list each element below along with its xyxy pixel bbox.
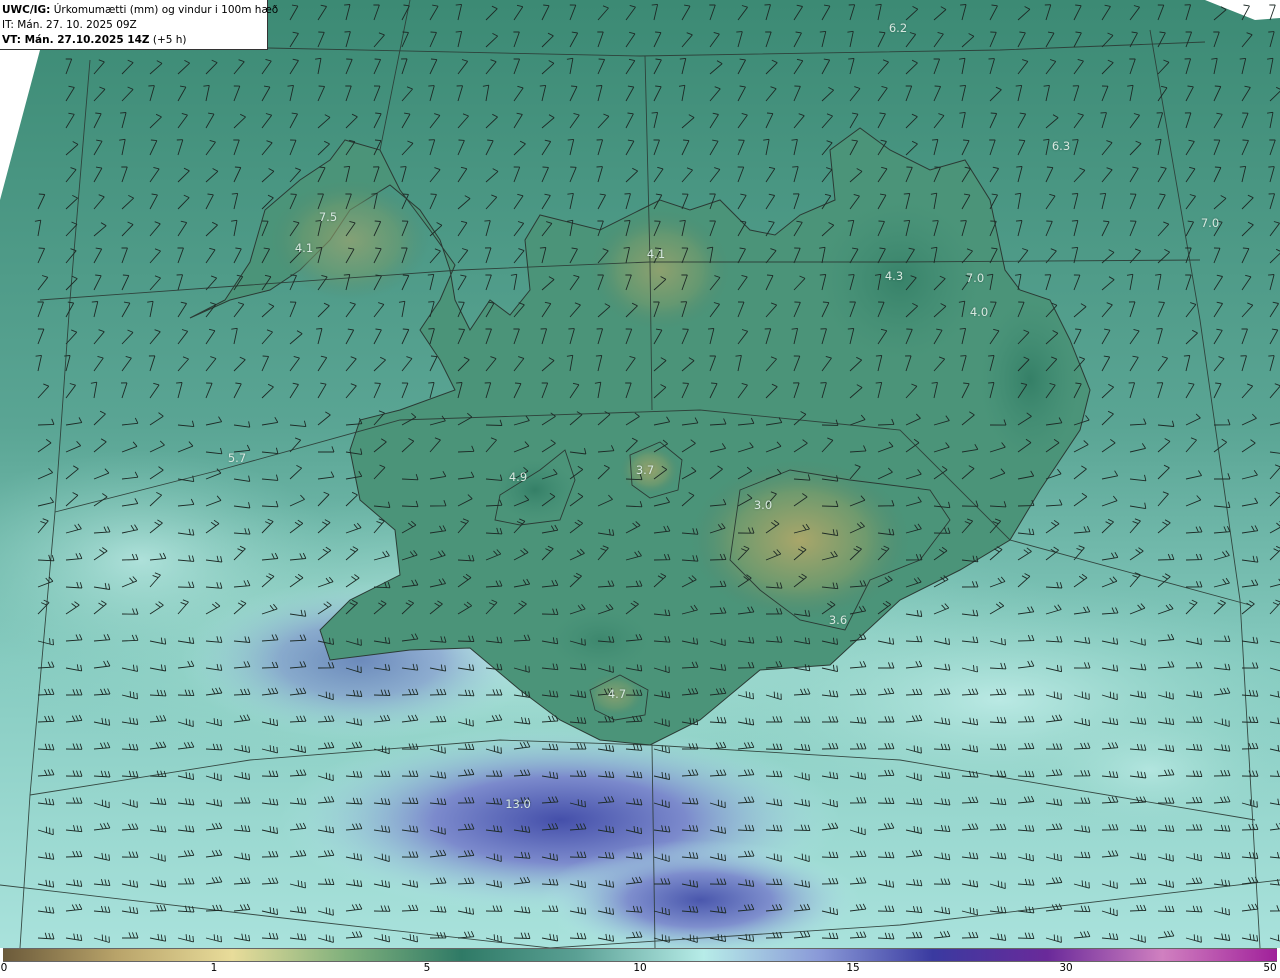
colorbar-strip [3,948,1277,962]
valid-time-line: VT: Mán. 27.10.2025 14Z (+5 h) [2,33,267,48]
map-value-label: 6.3 [1051,139,1071,153]
map-value-label: 6.2 [888,21,908,35]
map-header: UWC/IG: Úrkomumætti (mm) og vindur i 100… [0,0,278,50]
map-value-label: 7.5 [318,210,338,224]
init-time: IT: Mán. 27. 10. 2025 09Z [2,19,137,31]
forecast-hour: (+5 h) [149,34,187,46]
map-value-label: 7.0 [1200,216,1220,230]
colorbar-tick: 1 [210,962,218,974]
map-value-label: 7.0 [965,271,985,285]
map-value-label: 3.0 [753,498,773,512]
title-line: UWC/IG: Úrkomumætti (mm) og vindur i 100… [2,3,278,18]
model-prefix: UWC/IG: [2,4,51,16]
map-value-label: 4.7 [607,687,627,701]
colorbar: 0 1 5 10 15 30 50 [0,948,1280,978]
map-value-label: 3.7 [635,463,655,477]
map-value-label: 4.1 [646,247,666,261]
colorbar-tick: 50 [1263,962,1277,974]
map-value-label: 3.6 [828,613,848,627]
colorbar-tick: 0 [0,962,8,974]
map-value-label: 4.3 [884,269,904,283]
map-value-label: 4.0 [969,305,989,319]
map-value-label: 4.1 [294,241,314,255]
map-value-label: 4.9 [508,470,528,484]
title: Úrkomumætti (mm) og vindur i 100m hæð [50,4,279,16]
map-value-label: 5.7 [227,451,247,465]
colorbar-tick: 30 [1059,962,1073,974]
colorbar-tick: 5 [423,962,431,974]
colorbar-tick: 10 [633,962,647,974]
map-value-label: 13.0 [505,797,531,811]
valid-time: VT: Mán. 27.10.2025 14Z [2,34,150,46]
colorbar-tick: 15 [846,962,860,974]
